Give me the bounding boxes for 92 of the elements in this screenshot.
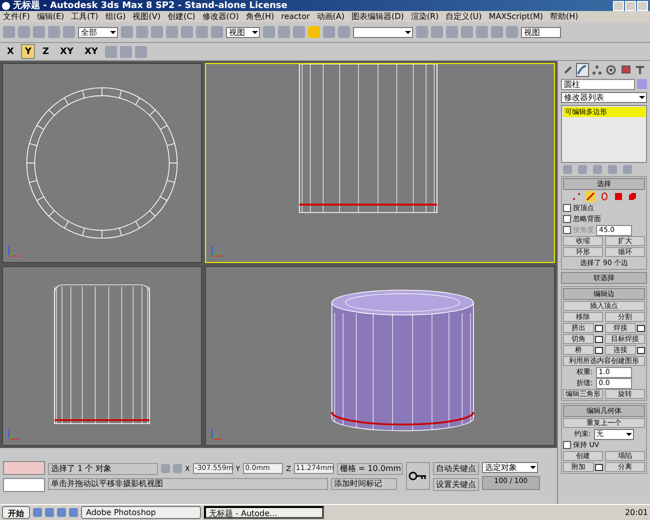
menu-item[interactable]: MAXScript(M) <box>488 12 543 21</box>
toolbar-icon[interactable] <box>431 26 443 38</box>
toolbar-icon[interactable] <box>48 26 60 38</box>
toolbar-icon[interactable] <box>33 26 45 38</box>
start-button[interactable]: 开始 <box>2 506 30 519</box>
toolbar-icon[interactable] <box>476 26 488 38</box>
object-color-swatch[interactable] <box>637 79 647 89</box>
border-subobject-icon[interactable] <box>598 191 610 202</box>
toolbar-icon[interactable] <box>338 26 350 38</box>
toolbar-icon[interactable] <box>104 46 117 58</box>
minimize-button[interactable] <box>613 0 624 10</box>
taskbar-button[interactable]: Adobe Photoshop <box>81 506 201 519</box>
axis-constraint-button[interactable]: Y <box>20 44 36 59</box>
toolbar-icon[interactable] <box>3 26 15 38</box>
toolbar-icon[interactable] <box>278 26 290 38</box>
axis-tripod-icon <box>210 244 224 258</box>
menu-item[interactable]: 工具(T) <box>71 11 98 22</box>
taskbar-button[interactable]: 无标题 - Autode... <box>204 506 324 519</box>
toolbar-icon[interactable] <box>506 26 518 38</box>
menu-item[interactable]: 组(G) <box>105 11 126 22</box>
polygon-subobject-icon[interactable] <box>612 191 624 202</box>
key-icon[interactable] <box>406 462 430 490</box>
menu-item[interactable]: 文件(F) <box>3 11 30 22</box>
add-time-tag-button[interactable]: 添加时间标记 <box>331 478 397 490</box>
menu-item[interactable]: 创建(C) <box>167 11 196 22</box>
toolbar-icon[interactable] <box>63 26 75 38</box>
named-selection-dropdown[interactable] <box>353 26 413 38</box>
settings-icon[interactable] <box>637 346 645 354</box>
auto-key-button[interactable]: 自动关键点 <box>432 462 479 474</box>
edge-subobject-icon[interactable] <box>584 191 596 202</box>
viewport[interactable] <box>2 266 202 446</box>
toolbar-icon[interactable] <box>166 26 178 38</box>
selection-status: 选择了 1 个 对象 <box>48 462 158 474</box>
create-tab[interactable] <box>561 63 574 77</box>
axis-tripod-icon <box>7 427 21 441</box>
hierarchy-tab[interactable] <box>590 63 604 77</box>
menu-item[interactable]: 编辑(E) <box>36 11 64 22</box>
grid-status: 栅格 = 10.0mm <box>336 462 403 474</box>
prompt-text: 单击并拖动以平移非摄影机视图 <box>48 478 328 490</box>
viewport[interactable] <box>205 266 555 446</box>
menu-item[interactable]: 帮助(H) <box>550 11 578 22</box>
checkbox[interactable] <box>563 204 571 212</box>
maxscript-output-field[interactable] <box>3 478 45 492</box>
toolbar-icon[interactable] <box>263 26 275 38</box>
render-view-dropdown[interactable]: 视图 <box>521 26 561 38</box>
app-icon <box>2 2 10 10</box>
toolbar-icon[interactable] <box>416 26 428 38</box>
checkbox[interactable] <box>563 441 571 449</box>
menu-item[interactable]: 图表编辑器(D) <box>351 11 404 22</box>
toolbar-icon[interactable] <box>136 26 148 38</box>
toolbar-icon[interactable] <box>181 26 193 38</box>
checkbox[interactable] <box>563 215 571 223</box>
object-name-field[interactable]: 圆柱 <box>561 79 635 90</box>
maxscript-listener-field[interactable] <box>3 460 45 474</box>
toolbar-icon[interactable] <box>293 26 305 38</box>
set-key-button[interactable]: 设置关键点 <box>432 478 479 490</box>
toolbar-icon[interactable] <box>151 26 163 38</box>
axis-tripod-icon <box>7 244 21 258</box>
settings-icon[interactable] <box>595 464 603 470</box>
vertex-subobject-icon[interactable] <box>570 191 582 202</box>
toolbar-icon[interactable] <box>211 26 223 38</box>
menu-item[interactable]: 动画(A) <box>316 11 344 22</box>
menu-item[interactable]: reactor <box>281 12 310 21</box>
menu-item[interactable]: 角色(H) <box>246 11 274 22</box>
toolbar-icon[interactable] <box>121 26 133 38</box>
reference-coordinate-dropdown[interactable]: 视图 <box>226 26 260 38</box>
settings-icon[interactable] <box>637 324 645 332</box>
modifier-list-dropdown[interactable]: 修改器列表 <box>561 92 647 103</box>
modify-tab[interactable] <box>576 63 589 77</box>
menu-item[interactable]: 渲染(R) <box>410 11 439 22</box>
toolbar-icon[interactable] <box>120 46 132 58</box>
toolbar-icon[interactable] <box>323 26 335 38</box>
utilities-tab[interactable] <box>634 63 647 77</box>
toolbar-icon[interactable] <box>308 26 320 38</box>
toolbar-icon[interactable] <box>491 26 503 38</box>
toolbar-icon[interactable] <box>461 26 473 38</box>
clock: 20:01 <box>624 508 648 517</box>
toolbar-icon[interactable] <box>446 26 458 38</box>
toolbar-icon[interactable] <box>18 26 30 38</box>
menu-item[interactable]: 自定义(U) <box>446 11 482 22</box>
axis-tripod-icon <box>210 427 224 441</box>
window-title: 无标题 - Autodesk 3ds Max 8 SP2 - Stand-alone License <box>13 0 288 12</box>
toolbar-icon[interactable] <box>134 46 147 58</box>
motion-tab[interactable] <box>604 63 618 77</box>
close-button[interactable] <box>637 0 648 10</box>
menu-item[interactable]: 修改器(O) <box>202 11 239 22</box>
maximize-button[interactable] <box>625 0 636 10</box>
viewport[interactable] <box>2 63 202 263</box>
toolbar-icon[interactable] <box>196 26 208 38</box>
menu-item[interactable]: 视图(V) <box>132 11 160 22</box>
selection-filter-dropdown[interactable]: 全部 <box>78 26 118 38</box>
key-target-dropdown[interactable]: 选定对象 <box>482 462 538 473</box>
